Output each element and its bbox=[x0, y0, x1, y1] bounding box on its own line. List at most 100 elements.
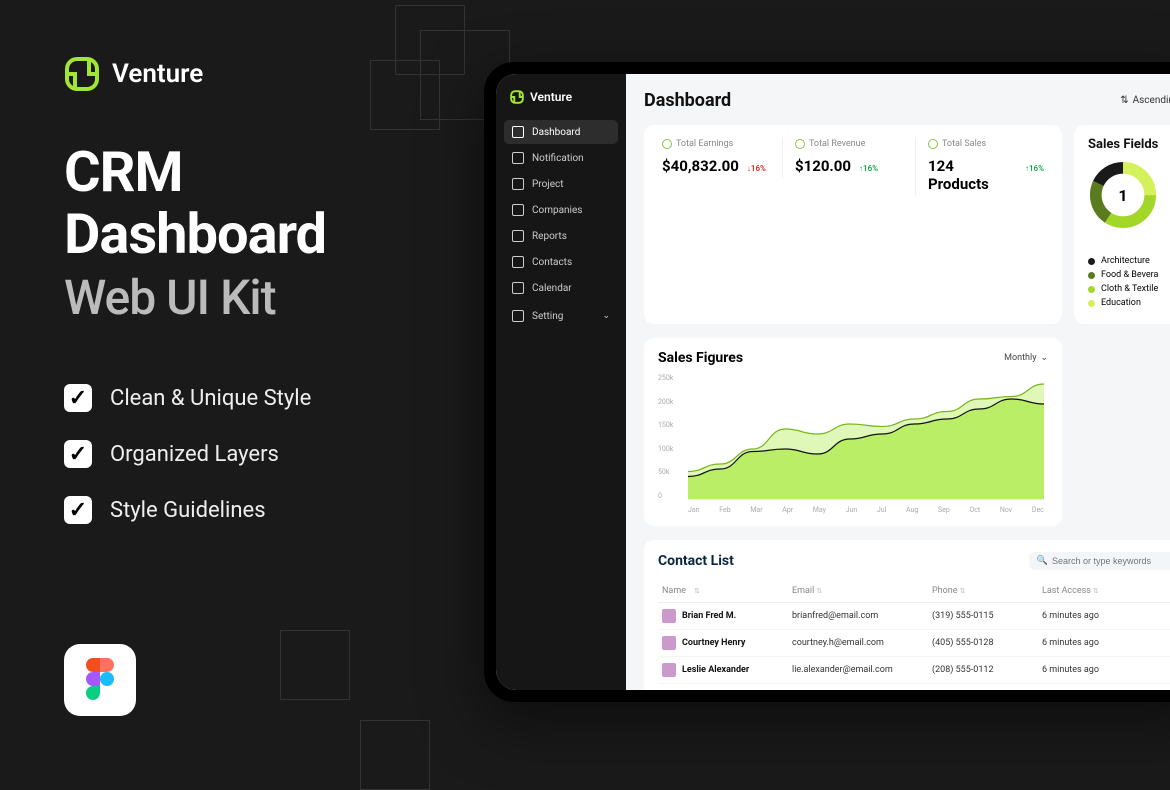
x-tick: Mar bbox=[750, 506, 762, 514]
x-tick: Jul bbox=[877, 506, 886, 514]
contact-search[interactable]: 🔍 bbox=[1029, 552, 1170, 570]
x-tick: Jan bbox=[688, 506, 700, 514]
sidebar-item-reports[interactable]: Reports bbox=[504, 224, 618, 248]
contact-list-card: Contact List 🔍 Name⇅ Email⇅ Phone⇅ Last … bbox=[644, 540, 1170, 690]
promo-title-line1: CRM bbox=[64, 142, 464, 204]
contact-email: brianfred@email.com bbox=[792, 611, 932, 621]
legend-label: Cloth & Textile bbox=[1101, 284, 1158, 294]
contact-list-title: Contact List bbox=[658, 553, 734, 569]
contact-last-access: 6 minutes ago bbox=[1042, 665, 1170, 675]
legend-label: Food & Bevera bbox=[1101, 270, 1158, 280]
sidebar-item-companies[interactable]: Companies bbox=[504, 198, 618, 222]
sidebar-item-project[interactable]: Project bbox=[504, 172, 618, 196]
metric-delta: ↑16% bbox=[1025, 164, 1044, 173]
metric-label: Total Sales bbox=[942, 139, 986, 149]
building-icon bbox=[512, 204, 524, 216]
venture-logo-icon bbox=[64, 56, 100, 92]
y-tick: 200k bbox=[658, 398, 673, 406]
contact-email: lie.alexander@email.com bbox=[792, 665, 932, 675]
box-icon bbox=[928, 139, 938, 149]
figma-icon bbox=[85, 658, 115, 702]
check-icon: ✓ bbox=[64, 440, 92, 468]
chart-title: Sales Figures bbox=[658, 350, 743, 366]
sidebar: Venture Dashboard Notification Project C… bbox=[496, 74, 626, 690]
table-row[interactable]: Leslie Alexander lie.alexander@email.com… bbox=[658, 657, 1170, 684]
sales-fields-card: Sales Fields 1 bbox=[1074, 125, 1170, 324]
document-icon bbox=[512, 178, 524, 190]
x-tick: Feb bbox=[719, 506, 730, 514]
decoration-square bbox=[280, 630, 350, 700]
brand-name: Venture bbox=[112, 59, 203, 89]
metric-label: Total Revenue bbox=[809, 139, 865, 149]
sort-icon: ⇅ bbox=[960, 587, 966, 595]
x-tick: Sep bbox=[938, 506, 950, 514]
legend-label: Architecture bbox=[1101, 256, 1150, 266]
sidebar-logo[interactable]: Venture bbox=[504, 84, 618, 110]
table-row[interactable]: Brian Fred M. brianfred@email.com (319) … bbox=[658, 603, 1170, 630]
legend-dot bbox=[1088, 272, 1095, 279]
chart-y-axis: 250k 200k 150k 100k 50k 0 bbox=[658, 374, 673, 500]
metric-label: Total Earnings bbox=[676, 139, 733, 149]
sort-icon: ⇅ bbox=[1093, 587, 1099, 595]
x-tick: Aug bbox=[906, 506, 918, 514]
metric-delta: ↓16% bbox=[747, 164, 766, 173]
legend-label: Education bbox=[1101, 298, 1141, 308]
sidebar-item-contacts[interactable]: Contacts bbox=[504, 250, 618, 274]
donut-center-value: 1 bbox=[1088, 160, 1158, 230]
chart-icon bbox=[662, 139, 672, 149]
y-tick: 0 bbox=[658, 492, 673, 500]
sort-dropdown[interactable]: ⇅ Ascending S bbox=[1120, 95, 1170, 106]
bell-icon bbox=[512, 152, 524, 164]
y-tick: 100k bbox=[658, 445, 673, 453]
column-header-phone[interactable]: Phone⇅ bbox=[932, 586, 1042, 596]
metric-value: $40,832.00 bbox=[662, 157, 739, 175]
table-row[interactable]: Jenny Wilson jenny.w@email.com (270) 555… bbox=[658, 684, 1170, 690]
contact-name: Courtney Henry bbox=[682, 638, 745, 648]
contact-last-access: 6 minutes ago bbox=[1042, 638, 1170, 648]
sort-icon: ⇅ bbox=[816, 587, 822, 595]
chart-plot bbox=[688, 374, 1044, 500]
x-tick: Oct bbox=[969, 506, 980, 514]
y-tick: 150k bbox=[658, 421, 673, 429]
legend-item: Education bbox=[1088, 298, 1170, 308]
device-frame: Venture Dashboard Notification Project C… bbox=[484, 62, 1170, 702]
chevron-down-icon: ⌄ bbox=[1040, 353, 1048, 363]
contact-last-access: 6 minutes ago bbox=[1042, 611, 1170, 621]
metric-value: 124 Products bbox=[928, 157, 1017, 193]
sidebar-item-label: Setting bbox=[532, 311, 563, 322]
sidebar-item-notification[interactable]: Notification bbox=[504, 146, 618, 170]
venture-logo-icon bbox=[510, 90, 524, 104]
column-header-name[interactable]: Name⇅ bbox=[662, 586, 792, 596]
avatar bbox=[662, 609, 676, 623]
dashboard-icon bbox=[512, 126, 524, 138]
calendar-icon bbox=[512, 282, 524, 294]
user-icon bbox=[512, 256, 524, 268]
y-tick: 50k bbox=[658, 468, 673, 476]
legend-dot bbox=[1088, 300, 1095, 307]
metrics-card: Total Earnings $40,832.00 ↓16% Total Rev… bbox=[644, 125, 1062, 324]
legend-item: Cloth & Textile bbox=[1088, 284, 1170, 294]
x-tick: Jun bbox=[846, 506, 858, 514]
column-header-email[interactable]: Email⇅ bbox=[792, 586, 932, 596]
column-header-last-access[interactable]: Last Access⇅ bbox=[1042, 586, 1170, 596]
sidebar-item-label: Reports bbox=[532, 231, 567, 242]
feature-item: ✓ Style Guidelines bbox=[64, 496, 464, 524]
chart-period-select[interactable]: Monthly ⌄ bbox=[1004, 353, 1048, 363]
search-input[interactable] bbox=[1052, 556, 1170, 566]
sidebar-item-setting[interactable]: Setting ⌄ bbox=[504, 304, 618, 328]
x-tick: Dec bbox=[1032, 506, 1044, 514]
table-row[interactable]: Courtney Henry courtney.h@email.com (405… bbox=[658, 630, 1170, 657]
contact-table: Name⇅ Email⇅ Phone⇅ Last Access⇅ Brian F… bbox=[658, 580, 1170, 690]
period-label: Monthly bbox=[1004, 353, 1036, 363]
sidebar-item-calendar[interactable]: Calendar bbox=[504, 276, 618, 300]
sidebar-item-label: Project bbox=[532, 179, 564, 190]
sidebar-item-label: Contacts bbox=[532, 257, 572, 268]
metric-value: $120.00 bbox=[795, 157, 851, 175]
legend-dot bbox=[1088, 286, 1095, 293]
contact-name: Brian Fred M. bbox=[682, 611, 736, 621]
legend-dot bbox=[1088, 258, 1095, 265]
sidebar-brand-name: Venture bbox=[530, 90, 572, 104]
y-tick: 250k bbox=[658, 374, 673, 382]
sales-figures-card: Sales Figures Monthly ⌄ 250k 200k 150k 100k… bbox=[644, 338, 1062, 526]
sidebar-item-dashboard[interactable]: Dashboard bbox=[504, 120, 618, 144]
